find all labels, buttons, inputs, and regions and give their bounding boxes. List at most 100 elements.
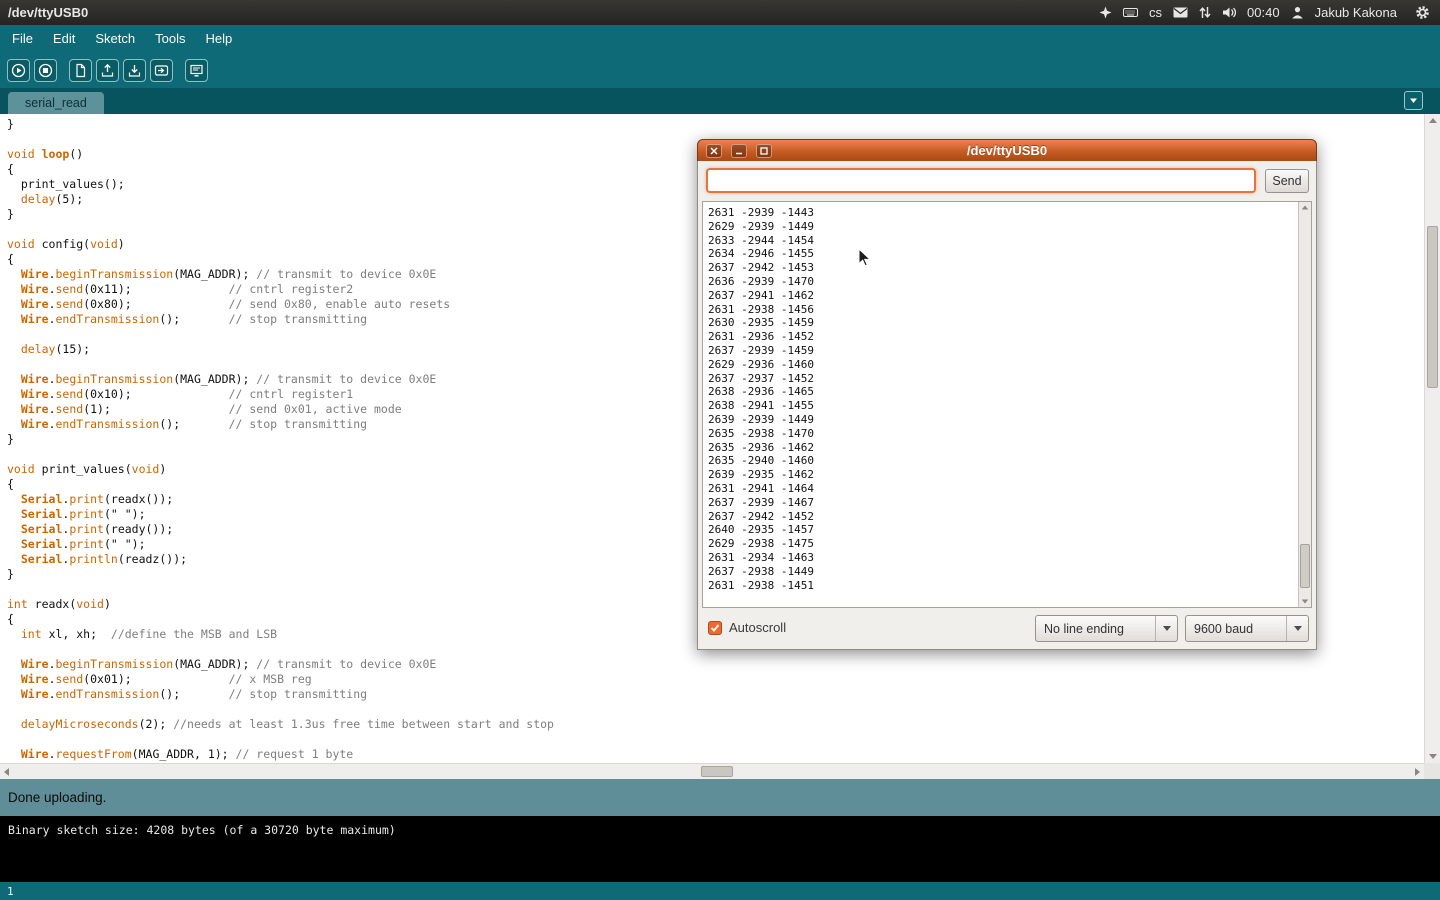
code-line: Wire.endTransmission(); // stop transmit… [7, 687, 1424, 702]
serial-output-area[interactable]: 2631 -2939 -14432629 -2939 -14492633 -29… [702, 201, 1312, 608]
serial-monitor-button[interactable] [185, 59, 208, 82]
vertical-scroll-thumb[interactable] [1427, 226, 1438, 388]
serial-line: 2633 -2944 -1454 [708, 234, 1298, 248]
network-sync-icon[interactable] [1199, 6, 1211, 19]
serial-line: 2637 -2939 -1467 [708, 496, 1298, 510]
window-minimize-button[interactable] [731, 144, 747, 158]
open-button[interactable] [96, 59, 119, 82]
footer-bar: 1 [0, 882, 1440, 900]
panel-window-title: /dev/ttyUSB0 [8, 5, 88, 20]
serial-line: 2637 -2941 -1462 [708, 289, 1298, 303]
window-close-button[interactable] [706, 144, 722, 158]
serial-line: 2631 -2938 -1456 [708, 303, 1298, 317]
menu-file[interactable]: File [2, 31, 43, 46]
verify-button[interactable] [7, 59, 30, 82]
desktop-top-panel: /dev/ttyUSB0 cs 00:40 Jakub Kakona [0, 0, 1440, 25]
baud-rate-select[interactable]: 9600 baud [1185, 615, 1309, 642]
menu-tools[interactable]: Tools [145, 31, 195, 46]
status-bar: Done uploading. [0, 779, 1440, 816]
tab-serial-read[interactable]: serial_read [8, 92, 104, 114]
serial-line: 2629 -2936 -1460 [708, 358, 1298, 372]
code-line: } [7, 117, 1424, 132]
console-output: Binary sketch size: 4208 bytes (of a 307… [0, 816, 1440, 882]
code-line: Wire.requestFrom(MAG_ADDR, 1); // reques… [7, 747, 1424, 762]
scroll-down-arrow[interactable] [1429, 754, 1437, 759]
serial-line: 2631 -2936 -1452 [708, 330, 1298, 344]
serial-monitor-controls: Autoscroll No line ending 9600 baud [698, 608, 1316, 649]
serial-line: 2637 -2937 -1452 [708, 372, 1298, 386]
window-maximize-button[interactable] [756, 144, 772, 158]
menu-edit[interactable]: Edit [43, 31, 85, 46]
panel-indicators: cs 00:40 Jakub Kakona [1099, 5, 1440, 20]
mail-icon[interactable] [1173, 7, 1188, 18]
session-gear-icon[interactable] [1415, 5, 1430, 20]
serial-scroll-up-arrow[interactable] [1302, 206, 1308, 210]
keyboard-icon[interactable] [1123, 6, 1138, 19]
horizontal-scroll-thumb[interactable] [701, 766, 733, 777]
console-text: Binary sketch size: 4208 bytes (of a 307… [8, 823, 396, 837]
line-number-indicator: 1 [7, 885, 14, 898]
user-name[interactable]: Jakub Kakona [1315, 5, 1397, 20]
menu-sketch[interactable]: Sketch [85, 31, 145, 46]
user-icon [1291, 6, 1304, 19]
serial-line: 2631 -2941 -1464 [708, 482, 1298, 496]
serial-input[interactable] [706, 168, 1256, 193]
serial-line: 2631 -2939 -1443 [708, 206, 1298, 220]
serial-line: 2635 -2940 -1460 [708, 454, 1298, 468]
new-sketch-button[interactable] [69, 59, 92, 82]
editor-horizontal-scrollbar[interactable] [0, 763, 1424, 779]
line-ending-select[interactable]: No line ending [1035, 615, 1178, 642]
baud-rate-value: 9600 baud [1186, 616, 1286, 641]
save-button[interactable] [123, 59, 146, 82]
send-button[interactable]: Send [1265, 169, 1309, 193]
line-ending-value: No line ending [1036, 616, 1155, 641]
serial-monitor-body: Send 2631 -2939 -14432629 -2939 -1449263… [697, 161, 1317, 650]
volume-icon[interactable] [1222, 6, 1236, 19]
serial-line: 2637 -2942 -1453 [708, 261, 1298, 275]
serial-scrollbar[interactable] [1298, 202, 1311, 607]
serial-line: 2637 -2942 -1452 [708, 510, 1298, 524]
status-message: Done uploading. [8, 790, 106, 805]
serial-line: 2629 -2939 -1449 [708, 220, 1298, 234]
serial-monitor-window: /dev/ttyUSB0 Send 2631 -2939 -14432629 -… [697, 139, 1317, 650]
serial-scroll-thumb[interactable] [1300, 544, 1310, 588]
serial-line: 2630 -2935 -1459 [708, 316, 1298, 330]
autoscroll-label[interactable]: Autoscroll [729, 620, 786, 635]
serial-line: 2638 -2941 -1455 [708, 399, 1298, 413]
line-ending-arrow-button[interactable] [1155, 616, 1177, 641]
serial-line: 2629 -2938 -1475 [708, 537, 1298, 551]
ide-header: File Edit Sketch Tools Help [0, 25, 1440, 88]
serial-line: 2638 -2936 -1465 [708, 385, 1298, 399]
tab-bar: serial_read [0, 88, 1440, 114]
scroll-up-arrow[interactable] [1429, 118, 1437, 123]
menu-help[interactable]: Help [195, 31, 242, 46]
scroll-left-arrow[interactable] [4, 768, 9, 776]
upload-button[interactable] [150, 59, 173, 82]
mouse-cursor [858, 248, 872, 273]
indicator-star-icon[interactable] [1099, 6, 1112, 19]
toolbar [0, 52, 1440, 88]
serial-output: 2631 -2939 -14432629 -2939 -14492633 -29… [703, 202, 1298, 607]
autoscroll-checkbox[interactable] [708, 621, 722, 635]
clock[interactable]: 00:40 [1247, 5, 1280, 20]
serial-monitor-title: /dev/ttyUSB0 [698, 143, 1316, 158]
serial-monitor-titlebar[interactable]: /dev/ttyUSB0 [697, 139, 1317, 161]
stop-button[interactable] [34, 59, 57, 82]
screen: /dev/ttyUSB0 cs 00:40 Jakub Kakona [0, 0, 1440, 900]
code-line: delayMicroseconds(2); //needs at least 1… [7, 717, 1424, 732]
serial-line: 2635 -2938 -1470 [708, 427, 1298, 441]
serial-line: 2635 -2936 -1462 [708, 441, 1298, 455]
code-line: Wire.beginTransmission(MAG_ADDR); // tra… [7, 657, 1424, 672]
keyboard-layout-label[interactable]: cs [1149, 5, 1162, 20]
serial-line: 2631 -2938 -1451 [708, 579, 1298, 593]
scroll-right-arrow[interactable] [1415, 768, 1420, 776]
baud-rate-arrow-button[interactable] [1286, 616, 1308, 641]
serial-line: 2634 -2946 -1455 [708, 247, 1298, 261]
serial-line: 2639 -2939 -1449 [708, 413, 1298, 427]
code-line [7, 702, 1424, 717]
code-line: Wire.send(0x01); // x MSB reg [7, 672, 1424, 687]
serial-line: 2637 -2938 -1449 [708, 565, 1298, 579]
serial-scroll-down-arrow[interactable] [1302, 600, 1308, 604]
tab-menu-button[interactable] [1404, 91, 1423, 110]
editor-vertical-scrollbar[interactable] [1424, 114, 1440, 763]
